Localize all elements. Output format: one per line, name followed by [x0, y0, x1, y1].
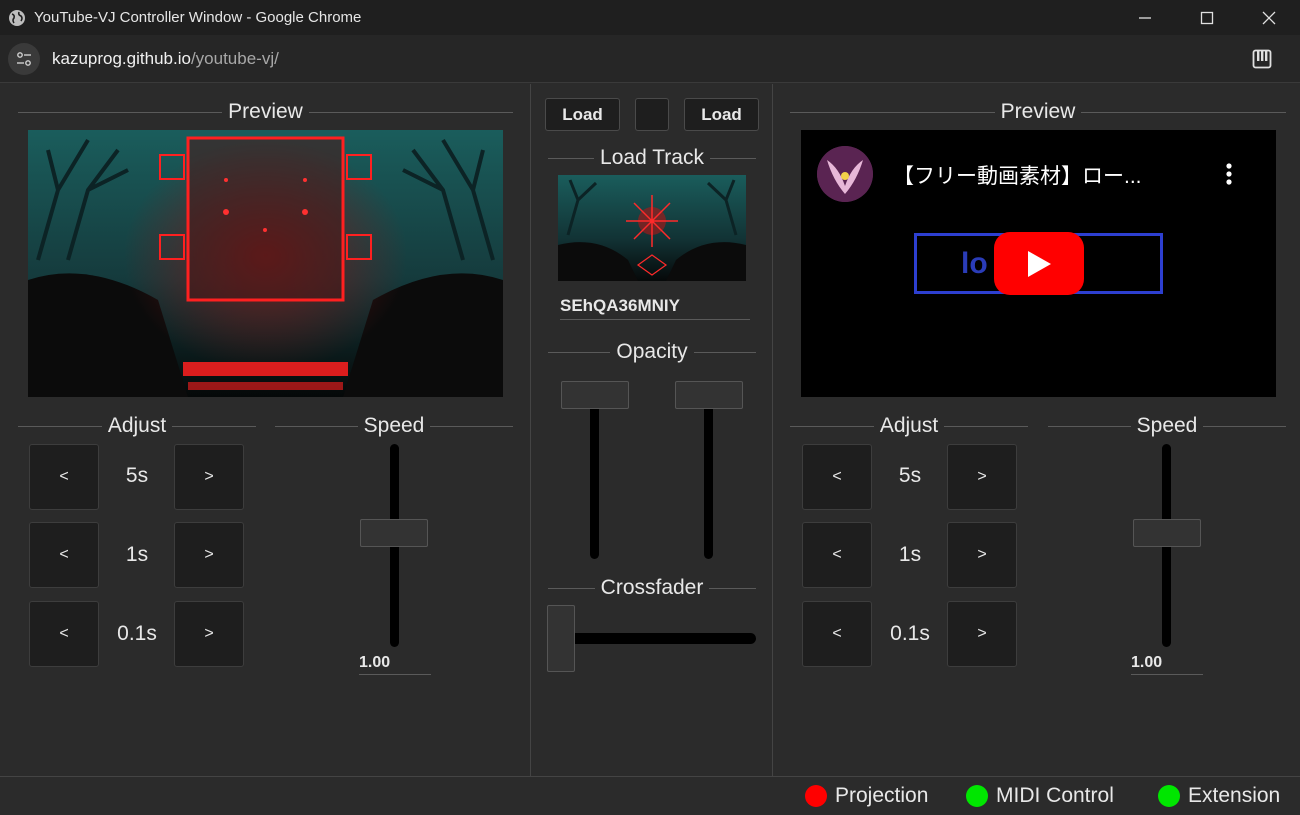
left-opacity-slider-thumb[interactable] — [561, 381, 629, 409]
left-speed-slider-thumb[interactable] — [360, 519, 428, 547]
piano-icon[interactable] — [1252, 49, 1272, 69]
right-preview-video[interactable]: 【フリー動画素材】ロー... lo ... — [801, 130, 1276, 397]
left-adjust-title: Adjust — [18, 412, 256, 440]
right-speed-title: Speed — [1048, 412, 1286, 440]
projection-status[interactable]: Projection — [805, 777, 928, 815]
extension-status-label: Extension — [1188, 784, 1281, 807]
status-bar: Projection MIDI Control Extension — [0, 776, 1300, 815]
extension-status[interactable]: Extension — [1158, 777, 1280, 815]
projection-status-indicator — [805, 785, 827, 807]
more-options-icon[interactable] — [1226, 162, 1232, 186]
midi-status[interactable]: MIDI Control — [966, 777, 1114, 815]
left-seek-forward-1s-button[interactable]: > — [174, 522, 244, 588]
minimize-icon — [1139, 16, 1151, 19]
center-toggle-button[interactable] — [635, 98, 669, 131]
window-titlebar: YouTube-VJ Controller Window - Google Ch… — [0, 0, 1300, 35]
play-icon — [1028, 250, 1051, 277]
left-seek-1s-label: 1s — [125, 543, 149, 566]
projection-status-label: Projection — [835, 784, 929, 807]
close-icon — [1262, 11, 1276, 24]
left-seek-5s-label: 5s — [125, 464, 149, 487]
play-button[interactable] — [994, 232, 1084, 295]
right-opacity-slider-track[interactable] — [704, 384, 713, 559]
right-seek-forward-1s-button[interactable]: > — [947, 522, 1017, 588]
crossfader-title: Crossfader — [548, 574, 756, 602]
left-preview-image — [28, 130, 503, 397]
opacity-title: Opacity — [548, 338, 756, 366]
right-seek-forward-0.1s-button[interactable]: > — [947, 601, 1017, 667]
left-seek-forward-0.1s-button[interactable]: > — [174, 601, 244, 667]
vj-controller-app: Preview Adjust Speed < 5s > < 1s > < 0.1… — [0, 84, 1300, 776]
right-seek-forward-5s-button[interactable]: > — [947, 444, 1017, 510]
address-bar: kazuprog.github.io/youtube-vj/ — [0, 35, 1300, 83]
load-track-image — [558, 175, 746, 281]
url-path: /youtube-vj/ — [190, 48, 279, 68]
right-seek-back-1s-button[interactable]: < — [802, 522, 872, 588]
left-seek-back-5s-button[interactable]: < — [29, 444, 99, 510]
globe-icon — [9, 9, 25, 26]
left-seek-back-1s-button[interactable]: < — [29, 522, 99, 588]
close-window-button[interactable] — [1238, 0, 1300, 35]
load-track-thumbnail[interactable] — [558, 175, 746, 281]
right-divider — [772, 84, 773, 776]
load-track-title: Load Track — [548, 144, 756, 172]
video-title: 【フリー動画素材】ロー... — [893, 165, 1142, 188]
right-seek-0.1s-label: 0.1s — [890, 622, 930, 645]
url-host: kazuprog.github.io — [52, 48, 191, 68]
minimize-button[interactable] — [1114, 0, 1176, 35]
left-preview-title: Preview — [18, 98, 513, 126]
left-seek-forward-5s-button[interactable]: > — [174, 444, 244, 510]
window-title: YouTube-VJ Controller Window - Google Ch… — [34, 9, 362, 26]
right-speed-value: 1.00 — [1131, 654, 1203, 675]
extension-status-indicator — [1158, 785, 1180, 807]
right-speed-slider-thumb[interactable] — [1133, 519, 1201, 547]
left-seek-0.1s-label: 0.1s — [117, 622, 157, 645]
midi-status-indicator — [966, 785, 988, 807]
midi-status-label: MIDI Control — [996, 784, 1114, 807]
site-info-button[interactable] — [8, 42, 40, 75]
right-preview-title: Preview — [790, 98, 1286, 126]
left-preview-video[interactable] — [28, 130, 503, 397]
right-seek-back-5s-button[interactable]: < — [802, 444, 872, 510]
right-opacity-slider-thumb[interactable] — [675, 381, 743, 409]
load-right-button[interactable]: Load — [684, 98, 759, 131]
right-adjust-title: Adjust — [790, 412, 1028, 440]
left-opacity-slider-track[interactable] — [590, 384, 599, 559]
maximize-button[interactable] — [1176, 0, 1238, 35]
right-seek-5s-label: 5s — [898, 464, 922, 487]
channel-avatar-image — [817, 146, 873, 202]
right-seek-back-0.1s-button[interactable]: < — [802, 601, 872, 667]
channel-avatar[interactable] — [817, 146, 873, 202]
load-left-button[interactable]: Load — [545, 98, 620, 131]
left-speed-title: Speed — [275, 412, 513, 440]
left-seek-back-0.1s-button[interactable]: < — [29, 601, 99, 667]
crossfader-track[interactable] — [556, 633, 756, 644]
crossfader-thumb[interactable] — [547, 605, 575, 672]
tune-icon — [17, 51, 31, 66]
right-seek-1s-label: 1s — [898, 543, 922, 566]
url-field[interactable]: kazuprog.github.io/youtube-vj/ — [52, 49, 279, 69]
maximize-icon — [1200, 11, 1214, 24]
track-id-input[interactable]: SEhQA36MNIY — [560, 296, 750, 320]
left-speed-value: 1.00 — [359, 654, 431, 675]
left-divider — [530, 84, 531, 776]
